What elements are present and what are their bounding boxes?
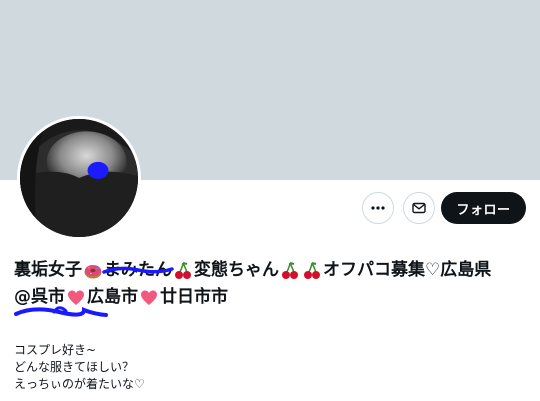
follow-button[interactable]: フォロー (441, 192, 526, 224)
bio-line: どんな服きてほしい？ (14, 360, 135, 374)
redacted-name: まみたん (102, 257, 174, 284)
display-name-line-1: 裏垢女子 まみたん 変態ちゃん オフパコ募集♡広島県 (14, 257, 529, 284)
more-options-button[interactable] (362, 192, 394, 224)
cherry-emoji-icon (173, 261, 193, 281)
donut-emoji-icon (83, 261, 103, 281)
name-text-2: 変態ちゃん (194, 260, 279, 280)
name-text-3: オフパコ募集♡広島県 (323, 260, 492, 280)
bio-line: コスプレ好き~ (14, 343, 97, 357)
profile-bio: コスプレ好き~ どんな服きてほしい？ えっちぃのが着たいな♡ (14, 342, 145, 393)
cherry-emoji-icon (302, 261, 322, 281)
profile-avatar[interactable] (17, 116, 141, 240)
more-horizontal-icon (371, 206, 385, 210)
name-text-6: 廿日市市 (160, 287, 228, 307)
bio-line: えっちぃのが着たいな♡ (14, 377, 145, 391)
name-text-1: 裏垢女子 (14, 260, 82, 280)
redaction-scribble (102, 266, 174, 274)
message-button[interactable] (403, 192, 435, 224)
envelope-icon (412, 202, 426, 214)
redacted-handle (14, 306, 108, 317)
cherry-emoji-icon (280, 261, 300, 281)
avatar-image (20, 119, 138, 237)
heart-emoji-icon (139, 288, 159, 308)
